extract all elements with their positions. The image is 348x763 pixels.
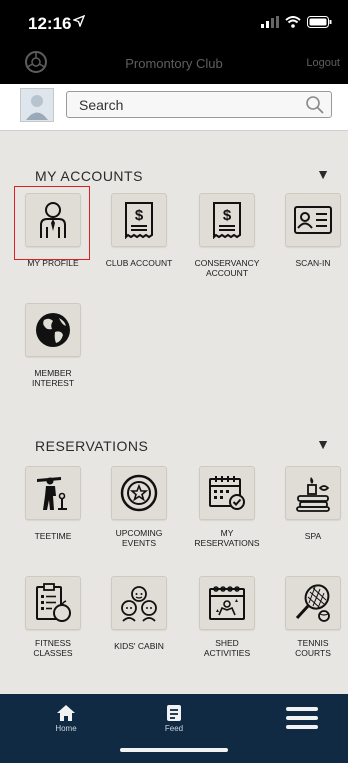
- spa-icon: [285, 466, 341, 520]
- tile-teetime[interactable]: TEETIME: [10, 456, 96, 576]
- shed-calendar-icon: [199, 576, 255, 630]
- tile-my-profile[interactable]: MY PROFILE: [10, 183, 96, 303]
- person-icon: [25, 193, 81, 247]
- tile-label: UPCOMING EVENTS: [115, 528, 163, 548]
- search-input[interactable]: Search: [66, 91, 332, 118]
- home-icon: [36, 704, 96, 724]
- clipboard-apple-icon: [25, 576, 81, 630]
- invoice-icon: $: [111, 193, 167, 247]
- tile-spa[interactable]: SPA: [270, 456, 348, 576]
- tile-scan-in[interactable]: SCAN-IN: [270, 183, 348, 303]
- search-icon[interactable]: [305, 95, 325, 120]
- nav-home-label: Home: [55, 724, 77, 733]
- tile-label: CONSERVANCY ACCOUNT: [194, 258, 260, 278]
- invoice-icon: $: [199, 193, 255, 247]
- id-card-icon: [285, 193, 341, 247]
- tile-fitness-classes[interactable]: FITNESS CLASSES: [10, 566, 96, 686]
- home-indicator: [120, 748, 228, 752]
- tile-shed-activities[interactable]: SHED ACTIVITIES: [184, 566, 270, 686]
- tile-label: SCAN-IN: [295, 258, 331, 268]
- battery-icon: [307, 15, 332, 33]
- tile-conservancy-account[interactable]: $ CONSERVANCY ACCOUNT: [184, 183, 270, 303]
- tile-label: SPA: [304, 531, 322, 541]
- nav-feed[interactable]: Feed: [144, 704, 204, 733]
- feed-icon: [144, 704, 204, 724]
- search-placeholder: Search: [79, 97, 124, 113]
- tile-label: KIDS' CABIN: [114, 641, 164, 651]
- golfer-icon: [25, 466, 81, 520]
- tile-my-reservations[interactable]: MY RESERVATIONS: [184, 456, 270, 576]
- section-title-accounts: MY ACCOUNTS: [35, 168, 143, 184]
- star-badge-icon: [111, 466, 167, 520]
- section-title-reservations: RESERVATIONS: [35, 438, 149, 454]
- tile-label: TEETIME: [34, 531, 72, 541]
- svg-text:$: $: [135, 207, 144, 224]
- globe-icon: [25, 303, 81, 357]
- tile-label: MEMBER INTEREST: [31, 368, 75, 388]
- tile-kids-cabin[interactable]: KIDS' CABIN: [96, 566, 182, 686]
- nav-feed-label: Feed: [164, 724, 184, 733]
- search-bar: Search: [0, 84, 348, 131]
- svg-text:$: $: [223, 207, 232, 224]
- bottom-nav: Home Feed: [0, 694, 348, 763]
- nav-home[interactable]: Home: [36, 704, 96, 733]
- tile-label: SHED ACTIVITIES: [203, 638, 251, 658]
- location-arrow-icon: [71, 14, 86, 30]
- tile-label: MY RESERVATIONS: [194, 528, 260, 548]
- calendar-check-icon: [199, 466, 255, 520]
- avatar[interactable]: [20, 88, 54, 122]
- kids-icon: [111, 576, 167, 630]
- app-header: Promontory Club Logout: [0, 44, 348, 84]
- tile-club-account[interactable]: $ CLUB ACCOUNT: [96, 183, 182, 303]
- tile-tennis-courts[interactable]: TENNIS COURTS: [270, 566, 348, 686]
- tile-label: MY PROFILE: [27, 258, 79, 268]
- status-bar: 12:16: [0, 0, 348, 44]
- signal-icon: [261, 15, 279, 33]
- wifi-icon: [285, 15, 301, 33]
- tile-member-interest[interactable]: MEMBER INTEREST: [10, 293, 96, 413]
- app-title: Promontory Club: [125, 56, 223, 71]
- tile-label: FITNESS CLASSES: [33, 638, 73, 658]
- tennis-icon: [285, 576, 341, 630]
- collapse-accounts-icon[interactable]: ▼: [316, 166, 330, 182]
- logout-button[interactable]: Logout: [306, 57, 340, 69]
- tile-label: CLUB ACCOUNT: [105, 258, 173, 268]
- tile-upcoming-events[interactable]: UPCOMING EVENTS: [96, 456, 182, 576]
- tile-label: TENNIS COURTS: [295, 638, 331, 658]
- collapse-reservations-icon[interactable]: ▼: [316, 436, 330, 452]
- status-time: 12:16: [28, 14, 72, 33]
- menu-icon[interactable]: [272, 706, 332, 732]
